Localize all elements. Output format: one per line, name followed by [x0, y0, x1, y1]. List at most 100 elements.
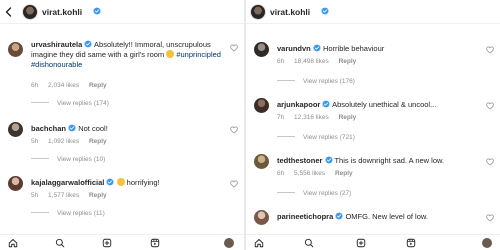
view-replies-label: View replies (176) [303, 78, 355, 85]
view-replies-label: View replies (10) [57, 156, 106, 163]
profile-icon[interactable] [224, 238, 234, 248]
comment-body: kajalaggarwalofficial horrifying! [31, 178, 221, 188]
reels-icon[interactable] [150, 238, 160, 248]
comment-body: bachchan Not cool! [31, 124, 221, 134]
comment-item: parineetichopra OMFG. New level of low. [246, 208, 500, 232]
search-icon[interactable] [55, 238, 65, 248]
comment-text: horrifying! [126, 178, 160, 187]
comment-item: bachchan Not cool! 5h 1,092 likes Reply … [0, 118, 244, 170]
view-replies-link[interactable]: View replies (11) [31, 210, 105, 217]
avatar[interactable] [8, 42, 23, 57]
comment-time: 7h [277, 114, 285, 121]
bottom-nav [0, 234, 244, 250]
verified-badge-icon [322, 100, 330, 108]
header-username[interactable]: virat.kohli [270, 7, 310, 17]
replies-divider [31, 158, 49, 159]
reply-button[interactable]: Reply [89, 82, 107, 89]
view-replies-link[interactable]: View replies (10) [31, 156, 105, 163]
view-replies-link[interactable]: View replies (721) [277, 134, 355, 141]
heart-icon[interactable] [486, 158, 494, 166]
header-avatar[interactable] [250, 4, 266, 20]
search-icon[interactable] [304, 238, 314, 248]
left-comments-screen: virat.kohli urvashirautela Absolutely!! … [0, 0, 244, 250]
replies-divider [31, 102, 49, 103]
comment-time: 6h [277, 58, 285, 65]
heart-icon[interactable] [486, 102, 494, 110]
heart-icon[interactable] [486, 214, 494, 222]
comment-likes[interactable]: 1,577 likes [48, 192, 79, 199]
comment-text: OMFG. New level of low. [345, 212, 428, 221]
comment-text: Not cool! [78, 124, 108, 133]
comments-header: virat.kohli [0, 0, 244, 24]
view-replies-link[interactable]: View replies (176) [277, 78, 355, 85]
comment-username[interactable]: kajalaggarwalofficial [31, 178, 104, 187]
comment-time: 5h [31, 192, 39, 199]
comment-username[interactable]: parineetichopra [277, 212, 333, 221]
comment-item: kajalaggarwalofficial horrifying! 5h 1,5… [0, 172, 244, 224]
comment-username[interactable]: tedthestoner [277, 156, 322, 165]
comment-item: urvashirautela Absolutely!! Immoral, uns… [0, 38, 244, 118]
heart-icon[interactable] [486, 46, 494, 54]
comment-text: Absolutely unethical & uncool... [332, 100, 437, 109]
avatar[interactable] [254, 210, 269, 225]
header-username[interactable]: virat.kohli [42, 7, 82, 17]
comment-time: 6h [31, 82, 39, 89]
view-replies-label: View replies (174) [57, 100, 109, 107]
home-icon[interactable] [8, 238, 18, 248]
reply-button[interactable]: Reply [335, 170, 353, 177]
grin-sweat-emoji-icon [166, 50, 175, 58]
comment-body: tedthestoner This is downright sad. A ne… [277, 156, 477, 166]
comment-likes[interactable]: 2,034 likes [48, 82, 79, 89]
reply-button[interactable]: Reply [89, 192, 107, 199]
replies-divider [277, 80, 295, 81]
avatar[interactable] [8, 122, 23, 137]
comment-body: varundvn Horrible behaviour [277, 44, 477, 54]
verified-badge-icon [68, 124, 76, 132]
right-comments-screen: virat.kohli varundvn Horrible behaviour … [246, 0, 500, 250]
comment-meta: 7h 12,316 likes Reply [277, 114, 364, 121]
avatar[interactable] [8, 176, 23, 191]
profile-icon[interactable] [482, 238, 492, 248]
comment-text: Horrible behaviour [322, 44, 385, 53]
avatar[interactable] [254, 42, 269, 57]
reply-button[interactable]: Reply [339, 114, 357, 121]
reels-icon[interactable] [406, 238, 416, 248]
view-replies-link[interactable]: View replies (27) [277, 190, 351, 197]
view-replies-label: View replies (27) [303, 190, 352, 197]
reply-button[interactable]: Reply [339, 58, 357, 65]
comment-meta: 6h 5,556 likes Reply [277, 170, 361, 177]
verified-badge-icon [84, 40, 92, 48]
comment-item: arjunkapoor Absolutely unethical & uncoo… [246, 96, 500, 146]
home-icon[interactable] [254, 238, 264, 248]
verified-badge-icon [106, 178, 114, 186]
header-avatar[interactable] [22, 4, 38, 20]
hashtag-link[interactable]: #unprincipled [176, 50, 221, 59]
comment-likes[interactable]: 1,092 likes [48, 138, 79, 145]
comment-body: parineetichopra OMFG. New level of low. [277, 212, 477, 222]
verified-badge-icon [93, 7, 101, 15]
comment-time: 6h [277, 170, 285, 177]
reply-button[interactable]: Reply [89, 138, 107, 145]
add-icon[interactable] [102, 238, 112, 248]
heart-icon[interactable] [230, 180, 238, 188]
back-arrow-icon[interactable] [3, 6, 15, 18]
comment-likes[interactable]: 5,556 likes [294, 170, 325, 177]
comment-likes[interactable]: 18,498 likes [294, 58, 329, 65]
comment-text: This is downright sad. A new low. [334, 156, 445, 165]
comment-username[interactable]: bachchan [31, 124, 66, 133]
comment-username[interactable]: urvashirautela [31, 40, 82, 49]
hashtag-link[interactable]: #dishonourable [31, 60, 82, 69]
heart-icon[interactable] [230, 126, 238, 134]
avatar[interactable] [254, 98, 269, 113]
screaming-face-emoji-icon [116, 178, 125, 186]
heart-icon[interactable] [230, 44, 238, 52]
comment-username[interactable]: arjunkapoor [277, 100, 320, 109]
verified-badge-icon [321, 7, 329, 15]
view-replies-link[interactable]: View replies (174) [31, 100, 109, 107]
comment-likes[interactable]: 12,316 likes [294, 114, 329, 121]
avatar[interactable] [254, 154, 269, 169]
replies-divider [31, 212, 49, 213]
comment-meta: 6h 2,034 likes Reply [31, 82, 115, 89]
add-icon[interactable] [356, 238, 366, 248]
comment-username[interactable]: varundvn [277, 44, 311, 53]
